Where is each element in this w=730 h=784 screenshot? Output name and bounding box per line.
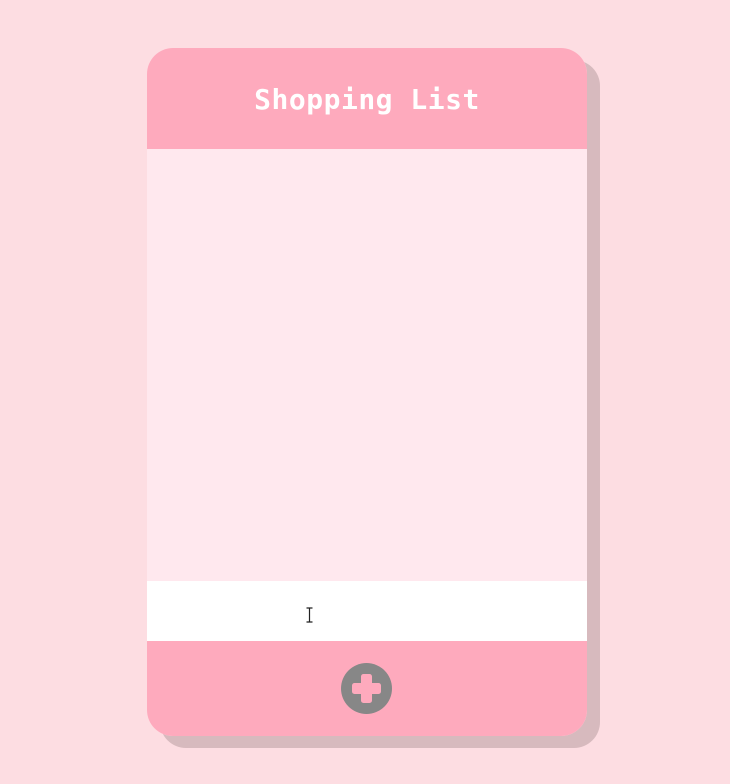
footer bbox=[147, 641, 587, 736]
shopping-list bbox=[147, 149, 587, 581]
add-item-button[interactable] bbox=[341, 663, 392, 714]
plus-icon bbox=[352, 674, 381, 703]
item-input[interactable] bbox=[147, 581, 587, 641]
header: Shopping List bbox=[147, 48, 587, 149]
shopping-list-card: Shopping List bbox=[147, 48, 587, 736]
page-title: Shopping List bbox=[254, 83, 480, 116]
